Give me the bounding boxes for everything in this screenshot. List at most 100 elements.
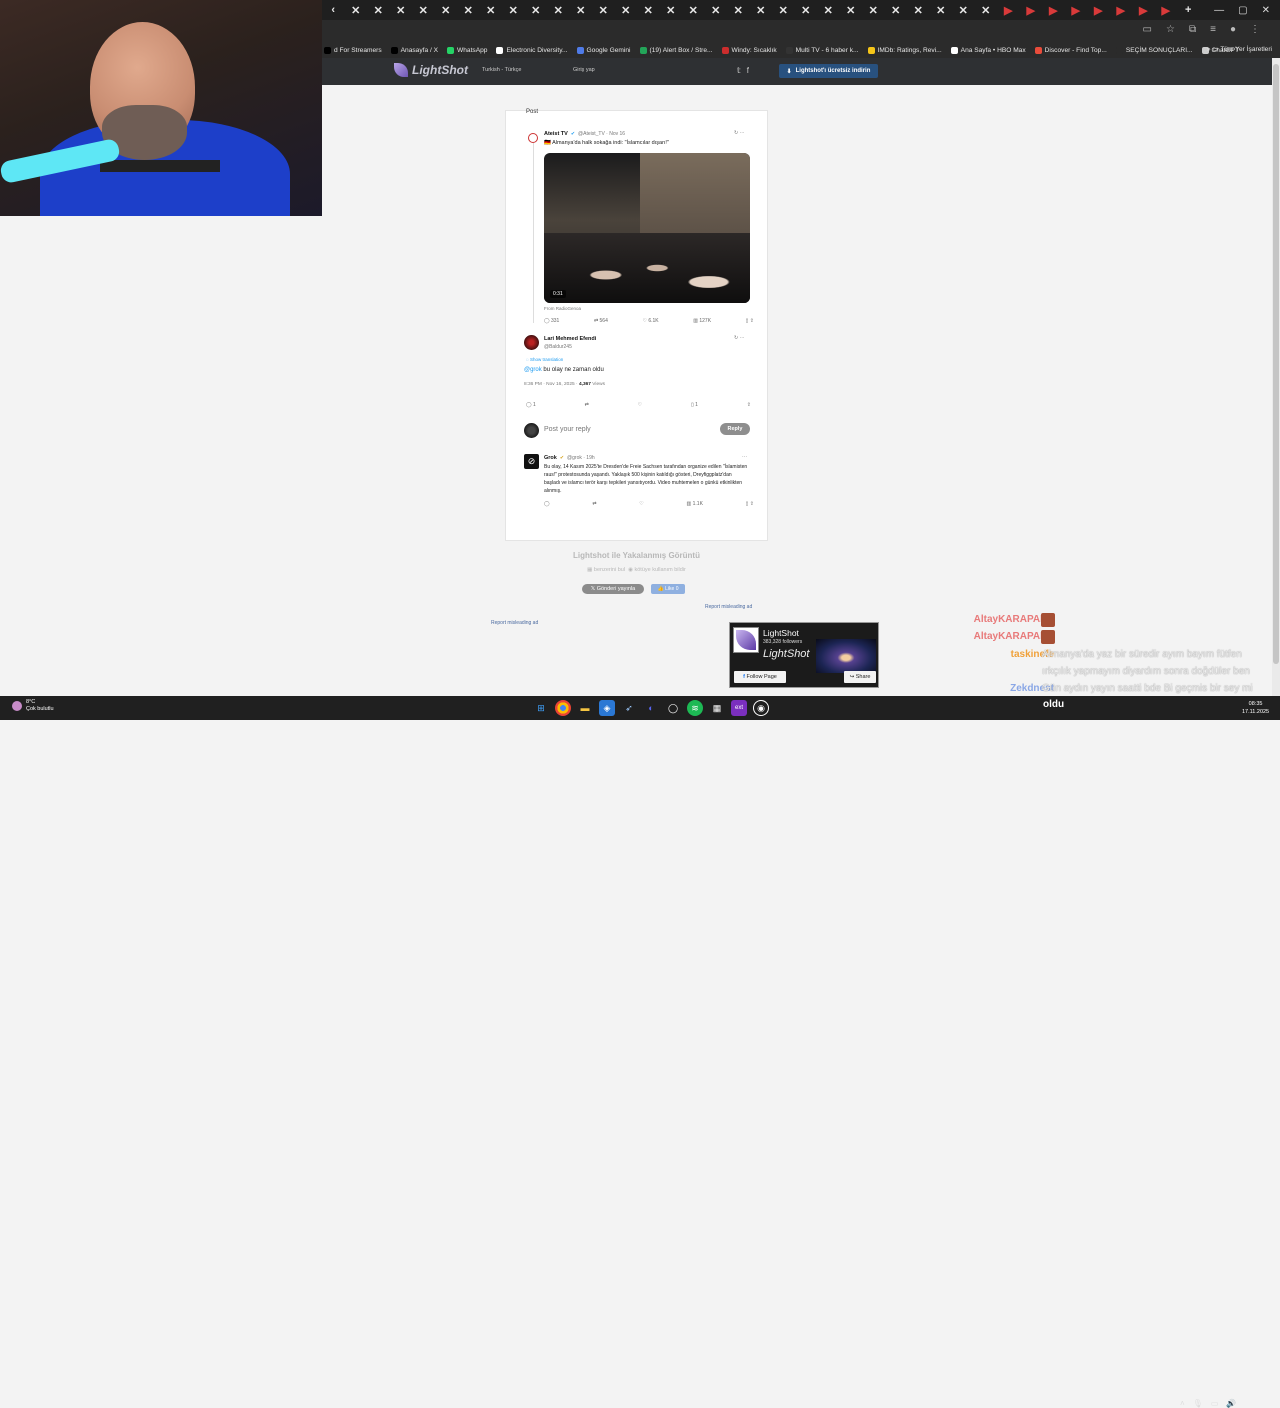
like-icon[interactable]: ♡	[638, 402, 642, 408]
close-icon[interactable]: ✕	[1262, 5, 1270, 16]
display-icon[interactable]: ▭	[1211, 1399, 1219, 1408]
bookmark-item[interactable]: IMDb: Ratings, Revi...	[867, 46, 942, 54]
like-icon[interactable]: ♡	[639, 501, 643, 507]
tab-x-icon[interactable]: ✕	[885, 0, 908, 20]
follow-page-button[interactable]: f Follow Page	[734, 671, 786, 683]
facebook-page-widget[interactable]: LightShot 383,328 followers LightShot f …	[729, 622, 879, 688]
tab-scroll-left-icon[interactable]: ‹	[322, 0, 345, 20]
bookmark-item[interactable]: Google Gemini	[576, 46, 631, 54]
tab-x-icon[interactable]: ✕	[750, 0, 773, 20]
all-bookmarks[interactable]: » ▭ Tüm Yer İşaretleri	[1207, 45, 1272, 53]
app-icon[interactable]: ◈	[599, 700, 615, 716]
tab-x-icon[interactable]: ✕	[412, 0, 435, 20]
login-link[interactable]: Giriş yap	[573, 67, 595, 73]
share-button[interactable]: ↪ Share	[844, 671, 876, 683]
tab-x-icon[interactable]: ✕	[345, 0, 368, 20]
facebook-icon[interactable]: f	[747, 66, 749, 75]
share-icon[interactable]: ⇪	[747, 402, 751, 408]
bookmark-item[interactable]: d For Streamers	[324, 46, 382, 54]
language-select[interactable]: Turkish - Türkçe	[482, 67, 521, 73]
unknown-app-icon[interactable]: ◯	[665, 700, 681, 716]
tab-x-icon[interactable]: ✕	[570, 0, 593, 20]
bookmark-item[interactable]: Electronic Diversity...	[496, 46, 568, 54]
minimize-icon[interactable]: —	[1214, 5, 1224, 16]
repost-icon[interactable]: ⇄	[585, 402, 589, 408]
chrome-icon[interactable]	[555, 700, 571, 716]
tweet3-more-icon[interactable]: ···	[742, 454, 747, 460]
twitter-icon[interactable]: 𝕥	[737, 66, 741, 75]
tab-youtube-icon[interactable]: ▶	[997, 0, 1020, 20]
repost-icon[interactable]: ⇄ 564	[594, 318, 608, 324]
repost-icon[interactable]: ⇄	[592, 501, 596, 507]
bookmark-item[interactable]: Discover - Find Top...	[1034, 46, 1107, 54]
mic-icon[interactable]: 🎙	[1193, 1399, 1203, 1408]
tab-youtube-icon[interactable]: ▶	[1155, 0, 1178, 20]
bookmark-share-icons[interactable]: ▯ ⇪	[746, 501, 754, 507]
fb-page-title[interactable]: LightShot	[763, 628, 799, 638]
tab-x-icon[interactable]: ✕	[637, 0, 660, 20]
cast-icon[interactable]: ▭	[1143, 24, 1152, 35]
tab-x-icon[interactable]: ✕	[480, 0, 503, 20]
tray-expand-icon[interactable]: ˄	[1180, 1399, 1185, 1408]
tab-x-icon[interactable]: ✕	[772, 0, 795, 20]
tab-x-icon[interactable]: ✕	[435, 0, 458, 20]
tab-x-icon[interactable]: ✕	[795, 0, 818, 20]
tab-x-icon[interactable]: ✕	[907, 0, 930, 20]
grok-mention[interactable]: @grok	[524, 367, 542, 373]
tab-x-icon[interactable]: ✕	[862, 0, 885, 20]
weather-widget[interactable]: 8°C Çok bulutlu	[12, 699, 54, 713]
download-button[interactable]: ⬇ Lightshot'ı ücretsiz indirin	[779, 64, 878, 78]
media-icon[interactable]: ≡	[1210, 24, 1216, 35]
bookmark-item[interactable]: Multi TV - 6 haber k...	[785, 46, 859, 54]
tab-x-icon[interactable]: ✕	[390, 0, 413, 20]
profile-icon[interactable]: ●	[1230, 24, 1236, 35]
tab-x-icon[interactable]: ✕	[457, 0, 480, 20]
captured-screenshot[interactable]: Post Ateist TV ✔ @Ateist_TV · Nov 16 ↻ ·…	[505, 109, 768, 541]
like-icon[interactable]: ♡ 6.1K	[642, 318, 658, 324]
show-translation[interactable]: ◌ Show translation	[526, 357, 563, 362]
lightshot-logo[interactable]: LightShot	[394, 63, 468, 77]
views-icon[interactable]: ▥ 1.1K	[687, 501, 703, 507]
tab-x-icon[interactable]: ✕	[952, 0, 975, 20]
bookmark-item[interactable]: (19) Alert Box / Stre...	[639, 46, 713, 54]
tab-x-icon[interactable]: ✕	[547, 0, 570, 20]
bookmark-item[interactable]: Anasayfa / X	[390, 46, 438, 54]
bookmark-item[interactable]: SEÇİM SONUÇLARI...	[1115, 46, 1193, 54]
device-manager-icon[interactable]: ▦	[709, 700, 725, 716]
reply-icon[interactable]: ◯ 1	[526, 402, 536, 408]
tab-x-icon[interactable]: ✕	[367, 0, 390, 20]
tab-x-icon[interactable]: ✕	[682, 0, 705, 20]
steam-icon[interactable]: ➶	[621, 700, 637, 716]
tab-x-icon[interactable]: ✕	[975, 0, 998, 20]
tweet1-more-icon[interactable]: ↻ ···	[734, 130, 745, 136]
windows-start-icon[interactable]: ⊞	[533, 700, 549, 716]
tab-x-icon[interactable]: ✕	[615, 0, 638, 20]
reply-icon[interactable]: ◯	[544, 501, 550, 507]
tab-youtube-icon[interactable]: ▶	[1087, 0, 1110, 20]
x-post-button[interactable]: 𝕏 Gönderi yayınla	[582, 584, 644, 594]
reply-input[interactable]: Post your reply	[544, 426, 591, 433]
menu-icon[interactable]: ⋮	[1250, 24, 1260, 35]
bookmark-share-icons[interactable]: ▯ ⇪	[746, 318, 754, 324]
tab-youtube-icon[interactable]: ▶	[1020, 0, 1043, 20]
obs-icon[interactable]: ◉	[753, 700, 769, 716]
tab-x-icon[interactable]: ✕	[727, 0, 750, 20]
extensions-icon[interactable]: ⧉	[1189, 24, 1196, 35]
stream-app-icon[interactable]: ext	[731, 700, 747, 716]
spotify-icon[interactable]: ≋	[687, 700, 703, 716]
volume-icon[interactable]: 🔊	[1226, 1399, 1236, 1408]
scrollbar-thumb[interactable]	[1273, 64, 1279, 664]
find-similar-link[interactable]: benzerini bul	[594, 567, 625, 573]
bookmark-item[interactable]: Ana Sayfa • HBO Max	[950, 46, 1026, 54]
tab-x-icon[interactable]: ✕	[592, 0, 615, 20]
tweet2-more-icon[interactable]: ↻ ···	[734, 335, 745, 341]
discord-icon[interactable]: ◐	[643, 700, 659, 716]
tab-x-icon[interactable]: ✕	[817, 0, 840, 20]
tab-x-icon[interactable]: ✕	[840, 0, 863, 20]
maximize-icon[interactable]: ▢	[1238, 5, 1247, 16]
report-ad-link-right[interactable]: Report misleading ad	[705, 604, 752, 610]
file-explorer-icon[interactable]: ▬	[577, 700, 593, 716]
tab-youtube-icon[interactable]: ▶	[1042, 0, 1065, 20]
tab-x-icon[interactable]: ✕	[660, 0, 683, 20]
tab-youtube-icon[interactable]: ▶	[1132, 0, 1155, 20]
